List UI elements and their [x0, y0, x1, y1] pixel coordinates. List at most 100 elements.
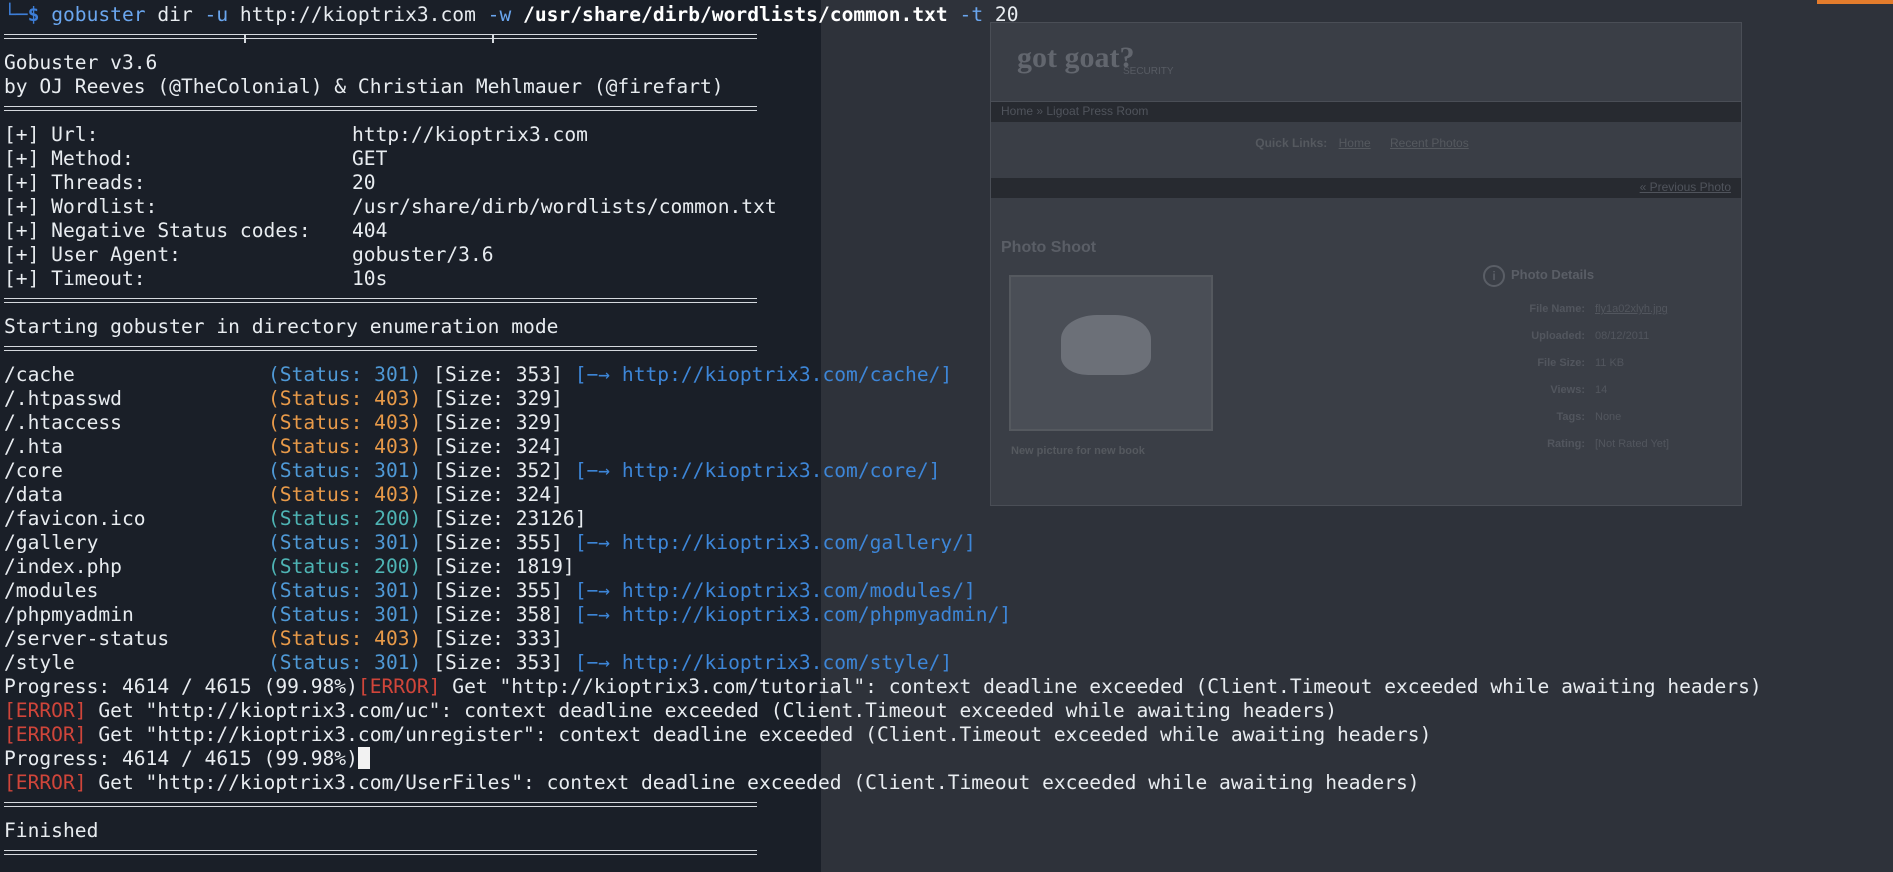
result-path: /modules — [4, 579, 99, 602]
result-row: /data (Status: 403) [Size: 324] — [4, 483, 563, 507]
result-size: [Size: 324] — [433, 435, 563, 458]
result-size: [Size: 333] — [433, 627, 563, 650]
result-size: [Size: 353] — [433, 651, 563, 674]
progress-line: Progress: 4614 / 4615 (99.98%) — [4, 747, 370, 771]
result-status: (Status: 403) — [268, 627, 422, 650]
config-row: [+] Url: http://kioptrix3.com — [4, 123, 588, 147]
photo-details: File Name: fly1a02xlyh.jpg Uploaded: 08/12… — [1481, 303, 1795, 465]
progress-text: Progress: 4614 / 4615 (99.98%) — [4, 747, 358, 770]
info-icon: i — [1483, 265, 1505, 287]
divider — [4, 850, 757, 855]
config-label: [+] Timeout: — [4, 267, 146, 290]
command-subcommand: dir — [145, 3, 205, 26]
breadcrumb[interactable]: Home » Ligoat Press Room — [991, 102, 1741, 122]
error-line: [ERROR] Get "http://kioptrix3.com/uc": c… — [4, 699, 1337, 723]
prompt-symbol: $ — [27, 3, 40, 26]
result-redirect-link[interactable]: [−→ http://kioptrix3.com/core/] — [575, 459, 941, 482]
site-tagline: SECURITY — [1123, 66, 1174, 77]
config-label: [+] Url: — [4, 123, 99, 146]
error-tag: [ERROR] — [357, 675, 441, 698]
quick-link-home[interactable]: Home — [1339, 136, 1371, 150]
result-row: /style (Status: 301) [Size: 353] [−→ http… — [4, 651, 952, 675]
terminal-window[interactable]: └─$ gobuster dir -u http://kioptrix3.com… — [0, 0, 1762, 872]
result-row: /.hta (Status: 403) [Size: 324] — [4, 435, 563, 459]
site-header: got goat? SECURITY — [991, 23, 1741, 102]
detail-label: File Size: — [1537, 357, 1585, 369]
config-row: [+] Timeout: 10s — [4, 267, 387, 291]
result-redirect-link[interactable]: [−→ http://kioptrix3.com/cache/] — [575, 363, 953, 386]
detail-label: Views: — [1550, 384, 1585, 396]
detail-row: Views: 14 — [1481, 384, 1795, 411]
result-row: /phpmyadmin (Status: 301) [Size: 358] [−→… — [4, 603, 1011, 627]
config-label: [+] User Agent: — [4, 243, 181, 266]
mode-message: Starting gobuster in directory enumerati… — [4, 315, 559, 338]
error-message: Get "http://kioptrix3.com/unregister": c… — [86, 723, 1432, 746]
result-size: [Size: 355] — [433, 531, 563, 554]
result-path: /server-status — [4, 627, 170, 650]
site-logo: got goat? — [1017, 41, 1135, 74]
result-status: (Status: 403) — [268, 435, 422, 458]
window-accent-bar — [1817, 0, 1893, 4]
result-redirect-link[interactable]: [−→ http://kioptrix3.com/phpmyadmin/] — [575, 603, 1011, 626]
result-row: /core (Status: 301) [Size: 352] [−→ http:… — [4, 459, 940, 483]
result-path: /gallery — [4, 531, 99, 554]
detail-row: Uploaded: 08/12/2011 — [1481, 330, 1795, 357]
divider-joint — [492, 35, 494, 43]
wordlist-argument: /usr/share/dirb/wordlists/common.txt — [511, 3, 948, 26]
photo-title: Photo Shoot — [1001, 239, 1097, 256]
config-row: [+] Negative Status codes: 404 — [4, 219, 387, 243]
divider — [4, 802, 757, 807]
photo-details-title: Photo Details — [1511, 267, 1595, 282]
previous-photo-link[interactable]: « Previous Photo — [991, 178, 1741, 198]
result-row: /.htaccess (Status: 403) [Size: 329] — [4, 411, 563, 435]
prompt-line: └─$ gobuster dir -u http://kioptrix3.com… — [4, 3, 1019, 27]
divider-joint — [244, 35, 246, 43]
config-label: [+] Wordlist: — [4, 195, 158, 218]
detail-value: 08/12/2011 — [1595, 330, 1650, 342]
banner-authors: by OJ Reeves (@TheColonial) & Christian … — [4, 75, 724, 98]
detail-value: 11 KB — [1595, 357, 1625, 369]
error-tag: [ERROR] — [4, 771, 87, 794]
config-value: GET — [352, 147, 388, 170]
flag-u: -u — [204, 3, 229, 26]
result-status: (Status: 403) — [268, 411, 422, 434]
detail-label: Rating: — [1547, 438, 1585, 450]
config-value: http://kioptrix3.com — [352, 123, 588, 146]
result-path: /.hta — [4, 435, 63, 458]
result-status: (Status: 301) — [268, 531, 422, 554]
config-label: [+] Threads: — [4, 171, 146, 194]
config-row: [+] Wordlist: /usr/share/dirb/wordlists/c… — [4, 195, 777, 219]
background-web-page: got goat? SECURITY Home » Ligoat Press R… — [990, 22, 1742, 506]
progress-line: Progress: 4614 / 4615 (99.98%)[ERROR] Ge… — [4, 675, 1762, 699]
finished-message: Finished — [4, 819, 99, 842]
quick-link-recent-photos[interactable]: Recent Photos — [1390, 136, 1469, 150]
result-status: (Status: 301) — [268, 603, 422, 626]
result-path: /.htpasswd — [4, 387, 122, 410]
goat-photo[interactable] — [1009, 275, 1213, 431]
banner-version: Gobuster v3.6 — [4, 51, 158, 74]
result-path: /core — [4, 459, 63, 482]
result-size: [Size: 329] — [433, 411, 563, 434]
detail-value: 14 — [1595, 384, 1608, 396]
error-message: Get "http://kioptrix3.com/UserFiles": co… — [86, 771, 1420, 794]
result-status: (Status: 403) — [268, 483, 422, 506]
photo-caption: New picture for new book — [1011, 445, 1145, 457]
result-status: (Status: 301) — [268, 579, 422, 602]
result-row: /cache (Status: 301) [Size: 353] [−→ http… — [4, 363, 952, 387]
result-row: /gallery (Status: 301) [Size: 355] [−→ ht… — [4, 531, 976, 555]
result-redirect-link[interactable]: [−→ http://kioptrix3.com/style/] — [575, 651, 953, 674]
result-redirect-link[interactable]: [−→ http://kioptrix3.com/gallery/] — [575, 531, 976, 554]
result-redirect-link[interactable]: [−→ http://kioptrix3.com/modules/] — [575, 579, 976, 602]
config-row: [+] User Agent: gobuster/3.6 — [4, 243, 494, 267]
result-row: /.htpasswd (Status: 403) [Size: 329] — [4, 387, 563, 411]
detail-row: Rating: [Not Rated Yet] — [1481, 438, 1795, 465]
goat-image — [1061, 315, 1151, 375]
result-status: (Status: 200) — [268, 555, 422, 578]
detail-row: File Size: 11 KB — [1481, 357, 1795, 384]
config-value: 404 — [352, 219, 388, 242]
result-row: /modules (Status: 301) [Size: 355] [−→ ht… — [4, 579, 976, 603]
url-argument: http://kioptrix3.com — [228, 3, 488, 26]
result-row: /server-status (Status: 403) [Size: 333] — [4, 627, 563, 651]
divider — [4, 106, 757, 111]
detail-value[interactable]: fly1a02xlyh.jpg — [1595, 303, 1795, 330]
